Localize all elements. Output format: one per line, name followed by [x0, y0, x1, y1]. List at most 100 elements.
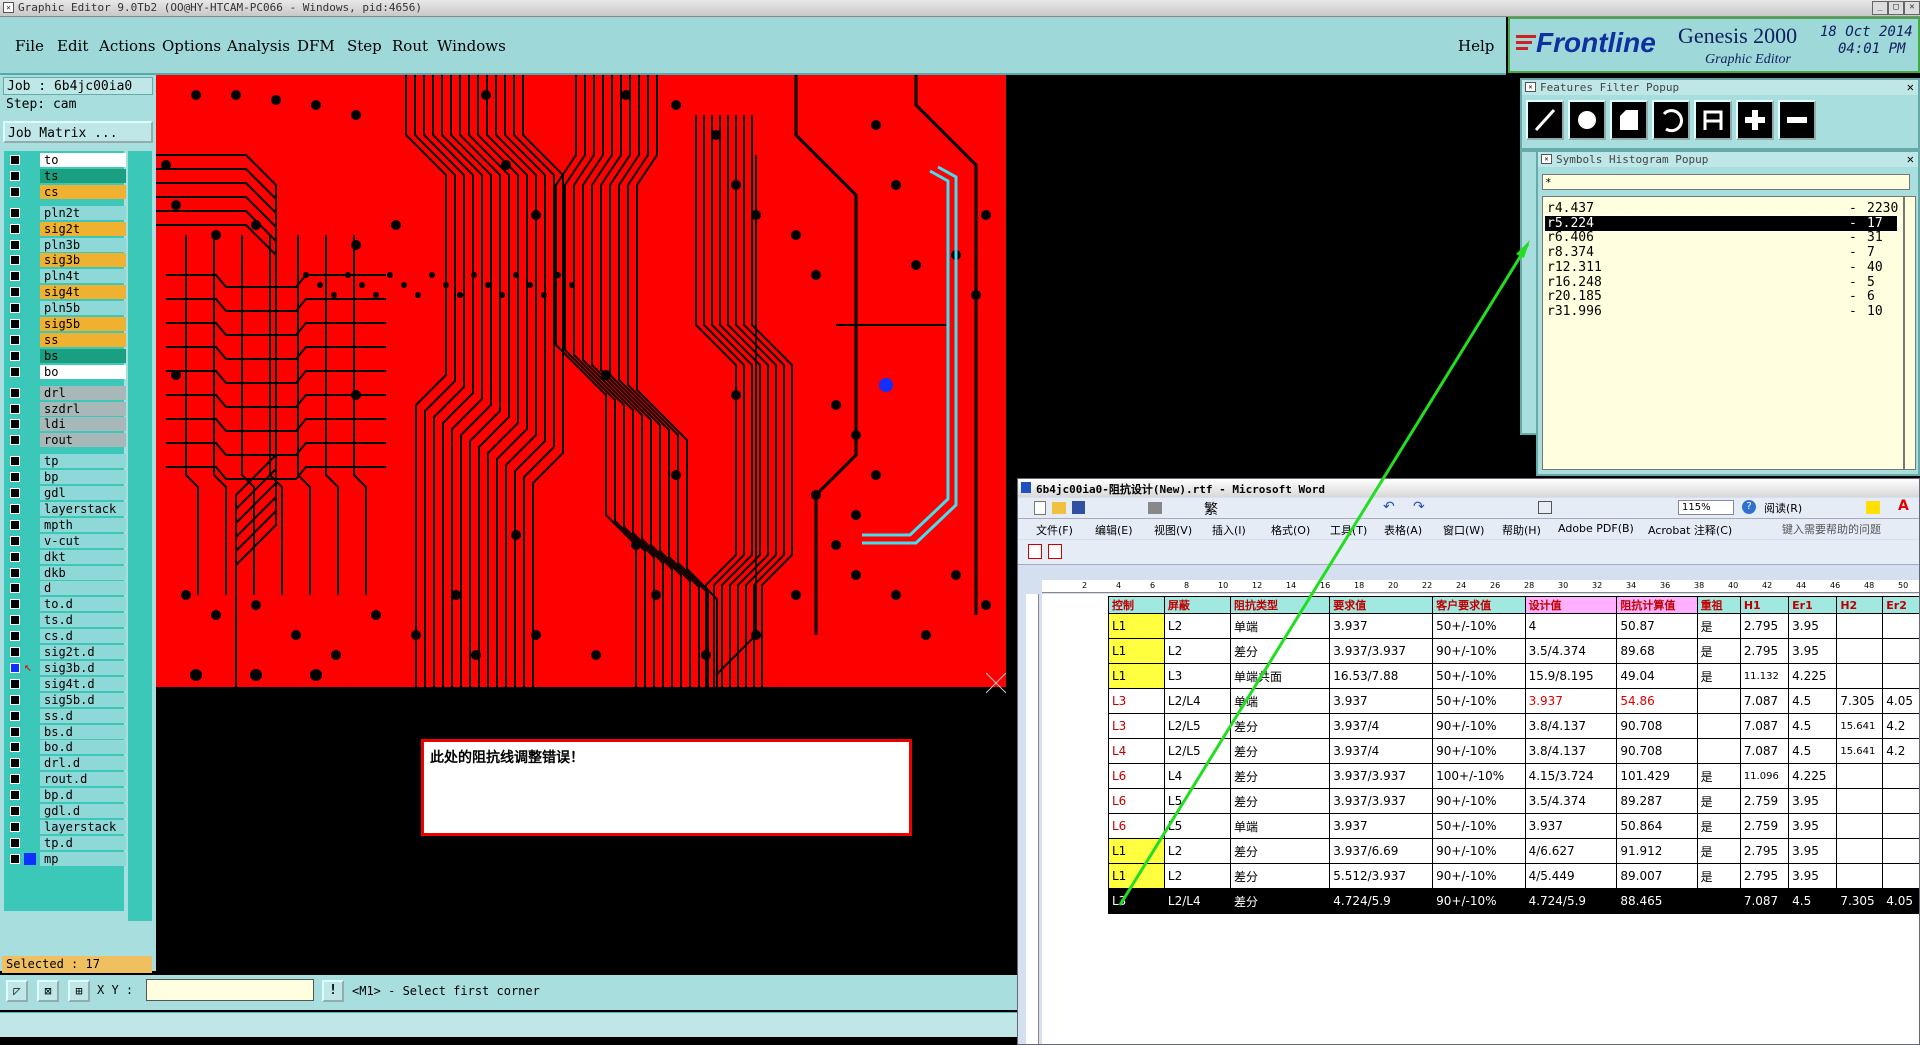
pdf-convert-icon[interactable]	[1028, 544, 1042, 559]
layer-visibility-checkbox[interactable]	[10, 472, 20, 483]
traditional-chinese-icon[interactable]: 繁	[1204, 499, 1218, 519]
features-filter-close-button[interactable]: ✕	[1907, 80, 1914, 94]
layer-visibility-checkbox[interactable]	[10, 350, 20, 361]
layer-row[interactable]: d	[4, 581, 128, 596]
layer-name[interactable]: rout	[40, 433, 126, 448]
layer-visibility-checkbox[interactable]	[10, 419, 20, 430]
layer-visibility-checkbox[interactable]	[10, 456, 20, 467]
layer-row[interactable]: bo.d	[4, 740, 128, 755]
layer-visibility-checkbox[interactable]	[10, 435, 20, 446]
layer-visibility-checkbox[interactable]	[10, 207, 20, 218]
layer-row[interactable]: bp	[4, 470, 128, 485]
layer-name[interactable]: mp	[40, 851, 126, 866]
layer-row[interactable]: sig3b.d ↖	[4, 660, 128, 676]
layer-row[interactable]: bo	[4, 364, 128, 380]
layer-name[interactable]: drl	[40, 385, 126, 400]
layer-visibility-checkbox[interactable]	[10, 821, 20, 832]
layer-name[interactable]: szdrl	[40, 401, 126, 416]
layer-visibility-checkbox[interactable]	[10, 678, 20, 689]
layer-visibility-checkbox[interactable]	[10, 239, 20, 250]
layer-row[interactable]: dkt	[4, 549, 128, 565]
layer-row[interactable]: mpth	[4, 517, 128, 533]
word-menu-item[interactable]: 格式(O)	[1271, 522, 1310, 538]
grid-icon[interactable]: ⊞	[68, 980, 90, 1002]
filter-line-button[interactable]	[1526, 100, 1564, 140]
word-menu-item[interactable]: 插入(I)	[1212, 522, 1246, 538]
menu-options[interactable]: Options	[162, 37, 221, 55]
table-row[interactable]: L1 L2 单端 3.937 50+/-10% 4 50.87 是 2.795 3.95	[1108, 613, 1919, 639]
read-mode-button[interactable]: 阅读(R)	[1764, 500, 1802, 516]
layer-visibility-checkbox[interactable]	[10, 319, 20, 329]
layer-visibility-checkbox[interactable]	[10, 519, 20, 530]
xy-input[interactable]	[146, 979, 314, 1001]
filter-text-button[interactable]	[1694, 100, 1732, 140]
layer-name[interactable]: sig4t	[40, 285, 126, 300]
open-icon[interactable]	[1052, 502, 1066, 514]
layer-row[interactable]: sig4t	[4, 285, 128, 300]
histogram-close-button[interactable]: ✕	[1907, 152, 1914, 166]
layer-visibility-checkbox[interactable]	[10, 223, 20, 234]
menu-analysis[interactable]: Analysis	[227, 37, 290, 55]
layer-row[interactable]: cs.d	[4, 629, 128, 644]
layer-visibility-checkbox[interactable]	[10, 758, 20, 769]
layer-visibility-checkbox[interactable]	[10, 387, 20, 398]
layer-row[interactable]: sig2t.d	[4, 645, 128, 660]
layer-name[interactable]: pln4t	[40, 269, 126, 284]
histogram-row[interactable]: r20.185 -6	[1545, 289, 1897, 304]
layer-name[interactable]: bp	[40, 470, 126, 485]
filter-surface-button[interactable]	[1610, 100, 1648, 140]
layer-name[interactable]: pln2t	[40, 205, 126, 220]
layer-visibility-checkbox[interactable]	[10, 615, 20, 626]
layer-name[interactable]: pln3b	[40, 237, 126, 252]
layer-visibility-checkbox[interactable]	[10, 366, 20, 377]
filter-add-button[interactable]	[1736, 100, 1774, 140]
layer-row[interactable]: drl	[4, 385, 128, 401]
filter-pad-button[interactable]	[1568, 100, 1606, 140]
table-row[interactable]: L4 L2/L5 差分 3.937/4 90+/-10% 3.8/4.137 90.708 7…	[1108, 738, 1919, 764]
layer-row[interactable]: mp	[4, 851, 128, 867]
layer-visibility-checkbox[interactable]	[10, 255, 20, 266]
layer-row[interactable]: v-cut	[4, 533, 128, 549]
layer-name[interactable]: ts	[40, 168, 126, 183]
layer-row[interactable]: gdl.d	[4, 804, 128, 819]
layer-row[interactable]: rout.d	[4, 772, 128, 787]
histogram-filter-input[interactable]	[1542, 174, 1910, 190]
menu-rout[interactable]: Rout	[392, 37, 428, 55]
layer-name[interactable]: ldi	[40, 417, 126, 432]
layer-row[interactable]: tp	[4, 454, 128, 469]
layer-name[interactable]: sig3b.d	[40, 660, 126, 675]
horizontal-ruler[interactable]: 2 4 6 8 10 12 14 16 18 20 22 24 26 28 30 32 34 36 38 40 42 44…	[1042, 580, 1919, 593]
layer-name[interactable]: sig2t.d	[40, 645, 126, 659]
layer-row[interactable]: bp.d	[4, 788, 128, 803]
word-menu-item[interactable]: 视图(V)	[1154, 522, 1192, 538]
layer-visibility-checkbox[interactable]	[10, 774, 20, 785]
table-icon[interactable]	[1538, 501, 1552, 514]
layer-row[interactable]: pln3b	[4, 237, 128, 253]
undo-icon[interactable]: ↶	[1383, 499, 1395, 515]
layer-visibility-checkbox[interactable]	[10, 303, 20, 314]
font-color-icon[interactable]: A	[1898, 498, 1909, 514]
word-menu-item[interactable]: 编辑(E)	[1095, 522, 1133, 538]
minimize-button[interactable]: _	[1872, 1, 1888, 15]
table-row[interactable]: L3 L2/L4 单端 3.937 50+/-10% 3.937 54.86 7.087 4.5…	[1108, 688, 1919, 714]
layer-row[interactable]: to.d	[4, 597, 128, 612]
histogram-row[interactable]: r12.311 -40	[1545, 260, 1897, 275]
layer-name[interactable]: sig3b	[40, 253, 126, 268]
layer-visibility-checkbox[interactable]	[10, 742, 20, 753]
layer-name[interactable]: dkb	[40, 565, 126, 580]
layer-row[interactable]: bs.d	[4, 724, 128, 740]
save-icon[interactable]	[1072, 501, 1085, 514]
layer-row[interactable]: layerstack	[4, 501, 128, 517]
info-icon[interactable]: !	[322, 980, 344, 1002]
filter-arc-button[interactable]	[1652, 100, 1690, 140]
layer-name[interactable]: sig5b.d	[40, 692, 126, 707]
layer-visibility-checkbox[interactable]	[10, 155, 20, 165]
table-row[interactable]: L1 L2 差分 3.937/6.69 90+/-10% 4/6.627 91.912 是 2.…	[1108, 838, 1919, 864]
layer-visibility-checkbox[interactable]	[10, 599, 20, 610]
histogram-row[interactable]: r6.406 -31	[1545, 230, 1897, 245]
table-row[interactable]: L1 L2 差分 3.937/3.937 90+/-10% 3.5/4.374 89.68 是…	[1108, 638, 1919, 664]
layer-visibility-checkbox[interactable]	[10, 488, 20, 498]
histogram-row[interactable]: r5.224 -17	[1544, 214, 1898, 232]
layer-name[interactable]: bo	[40, 364, 126, 379]
layer-visibility-checkbox[interactable]	[10, 535, 20, 546]
